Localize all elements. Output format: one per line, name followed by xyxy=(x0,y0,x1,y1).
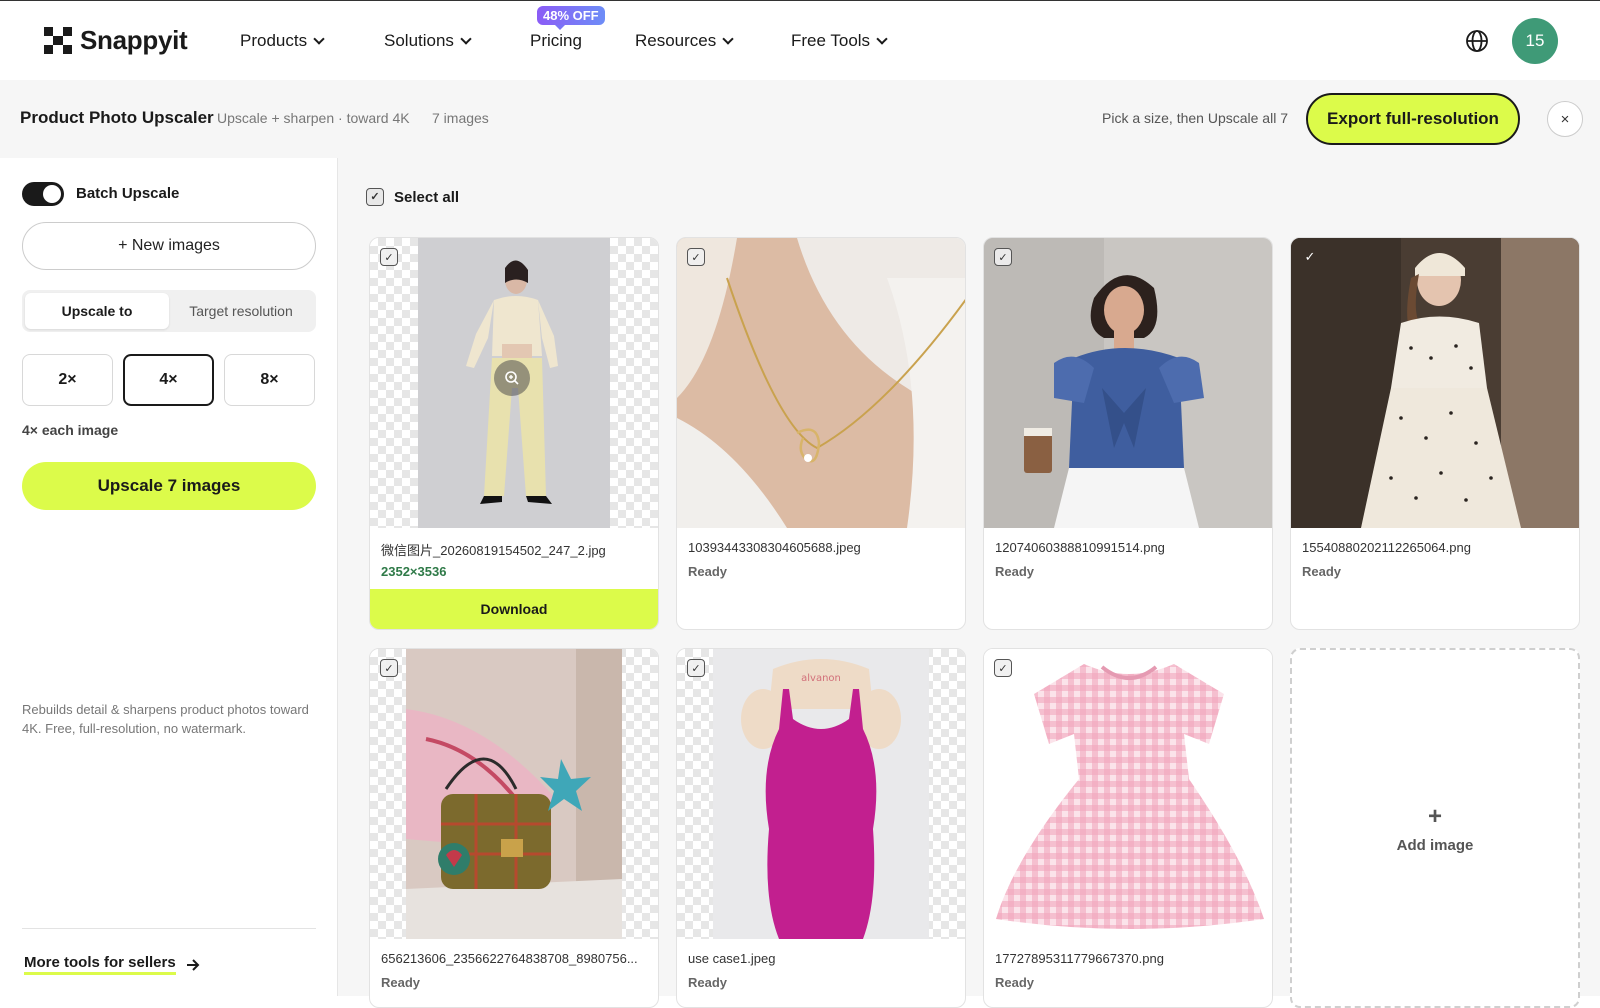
sidebar: Batch Upscale + New images Upscale to Ta… xyxy=(0,158,338,996)
select-all[interactable]: ✓ Select all xyxy=(366,188,459,206)
image-preview: ✓ xyxy=(370,649,658,939)
image-preview: ✓ xyxy=(984,238,1272,528)
svg-text:alvanon: alvanon xyxy=(801,673,841,684)
scale-options: 2× 4× 8× xyxy=(22,354,315,406)
image-grid-panel: ✓ Select all ✓ 微信图片_20260819154502_247_2… xyxy=(338,158,1600,1008)
nav-pricing-label: Pricing xyxy=(530,31,582,50)
status-text: Ready xyxy=(1302,564,1342,579)
nav-solutions-label: Solutions xyxy=(384,31,454,50)
status-text: Ready xyxy=(688,564,728,579)
status-text: Ready xyxy=(381,975,421,990)
export-button[interactable]: Export full-resolution xyxy=(1306,93,1520,145)
file-name: 12074060388810991514.png xyxy=(995,540,1165,555)
scale-2x-button[interactable]: 2× xyxy=(22,354,113,406)
close-icon: × xyxy=(1560,110,1570,128)
download-button[interactable]: Download xyxy=(370,589,658,629)
arrow-right-icon xyxy=(186,958,200,971)
check-icon: ✓ xyxy=(366,188,384,206)
gingham-dress-photo xyxy=(984,649,1272,939)
scale-8x-button[interactable]: 8× xyxy=(224,354,315,406)
image-preview: ✓ xyxy=(370,238,658,528)
nav-products[interactable]: Products xyxy=(240,31,325,51)
image-card[interactable]: ✓ 微信图片_20260819154502_247_2.jpg 2352×353… xyxy=(369,237,659,630)
tool-header: Product Photo Upscaler Upscale + sharpen… xyxy=(0,80,1600,158)
page-description: Upscale + sharpen · toward 4K xyxy=(217,110,410,126)
mode-switch: Upscale to Target resolution xyxy=(22,290,316,332)
image-card[interactable]: ✓ 10393443308304605688.jpeg Ready xyxy=(676,237,966,630)
card-checkbox[interactable]: ✓ xyxy=(994,248,1012,266)
chevron-down-icon xyxy=(722,33,734,45)
image-card[interactable]: ✓ 17727895311779667370.png Ready xyxy=(983,648,1273,1008)
more-tools-link[interactable]: More tools for sellers xyxy=(24,954,200,975)
nav-resources-label: Resources xyxy=(635,31,717,50)
file-name: 微信图片_20260819154502_247_2.jpg xyxy=(381,543,606,558)
scale-summary: 4× each image xyxy=(22,422,119,438)
discount-badge: 48% OFF xyxy=(537,6,605,30)
file-name: 15540880202112265064.png xyxy=(1302,540,1471,555)
upscale-button[interactable]: Upscale 7 images xyxy=(22,462,316,510)
select-all-label: Select all xyxy=(394,188,460,206)
image-card[interactable]: ✓ 15540880202112265064.png Ready xyxy=(1290,237,1580,630)
plus-icon: + xyxy=(1427,802,1442,830)
nav-solutions[interactable]: Solutions xyxy=(384,31,472,51)
top-nav: Snappyit Products Solutions Pricing 48% … xyxy=(0,0,1600,80)
globe-icon[interactable] xyxy=(1465,29,1489,53)
nav-free-tools[interactable]: Free Tools xyxy=(791,31,888,51)
card-checkbox[interactable]: ✓ xyxy=(1301,248,1319,266)
add-image-label: Add image xyxy=(1396,836,1474,854)
image-count: 7 images xyxy=(432,110,489,126)
nav-pricing[interactable]: Pricing xyxy=(530,31,582,51)
more-tools-label: More tools for sellers xyxy=(24,954,176,975)
image-preview: ✓ xyxy=(984,649,1272,939)
status-text: Ready xyxy=(995,975,1035,990)
nav-resources[interactable]: Resources xyxy=(635,31,734,51)
handbag-photo xyxy=(406,649,622,939)
batch-toggle[interactable] xyxy=(22,182,64,206)
image-preview: ✓ xyxy=(677,238,965,528)
brand-logo[interactable]: Snappyit xyxy=(44,25,188,56)
nav-products-label: Products xyxy=(240,31,308,50)
tank-top-photo: alvanon xyxy=(713,649,929,939)
add-image-tile[interactable]: + Add image xyxy=(1290,648,1580,1008)
output-resolution: 2352×3536 xyxy=(381,564,447,579)
chevron-down-icon xyxy=(876,33,888,45)
file-name: 17727895311779667370.png xyxy=(995,951,1164,966)
file-name: 656213606_2356622764838708_8980756... xyxy=(381,951,638,966)
tab-upscale-to[interactable]: Upscale to xyxy=(25,293,169,329)
brand-name: Snappyit xyxy=(80,25,188,55)
image-card[interactable]: ✓ 12074060388810991514.png Ready xyxy=(983,237,1273,630)
scale-4x-button[interactable]: 4× xyxy=(123,354,214,406)
close-button[interactable]: × xyxy=(1547,101,1583,137)
chevron-down-icon xyxy=(313,33,325,45)
necklace-photo xyxy=(677,238,965,528)
image-card[interactable]: ✓ alvanon use case1.jpeg Ready xyxy=(676,648,966,1008)
card-checkbox[interactable]: ✓ xyxy=(687,659,705,677)
chevron-down-icon xyxy=(460,33,472,45)
blouse-photo xyxy=(984,238,1272,528)
card-checkbox[interactable]: ✓ xyxy=(687,248,705,266)
tab-target-resolution[interactable]: Target resolution xyxy=(169,293,313,329)
card-checkbox[interactable]: ✓ xyxy=(380,659,398,677)
image-preview: ✓ alvanon xyxy=(677,649,965,939)
status-text: Ready xyxy=(995,564,1035,579)
new-images-button[interactable]: + New images xyxy=(22,222,316,270)
page-title: Product Photo Upscaler xyxy=(20,108,214,127)
file-name: 10393443308304605688.jpeg xyxy=(688,540,861,555)
dress-photo xyxy=(1291,238,1579,528)
image-preview: ✓ xyxy=(1291,238,1579,528)
card-checkbox[interactable]: ✓ xyxy=(994,659,1012,677)
nav-free-tools-label: Free Tools xyxy=(791,31,871,50)
image-card[interactable]: ✓ 656213606_2356622764838708_8980756... … xyxy=(369,648,659,1008)
tool-description: Rebuilds detail & sharpens product photo… xyxy=(22,702,309,736)
zoom-icon[interactable] xyxy=(494,360,530,396)
toggle-knob xyxy=(43,185,61,203)
hint-text: Pick a size, then Upscale all 7 xyxy=(1102,110,1288,126)
batch-toggle-label: Batch Upscale xyxy=(76,185,180,202)
file-name: use case1.jpeg xyxy=(688,951,776,966)
divider xyxy=(22,928,316,929)
logo-icon xyxy=(44,26,72,55)
avatar[interactable]: 15 xyxy=(1512,18,1558,64)
card-checkbox[interactable]: ✓ xyxy=(380,248,398,266)
status-text: Ready xyxy=(688,975,728,990)
